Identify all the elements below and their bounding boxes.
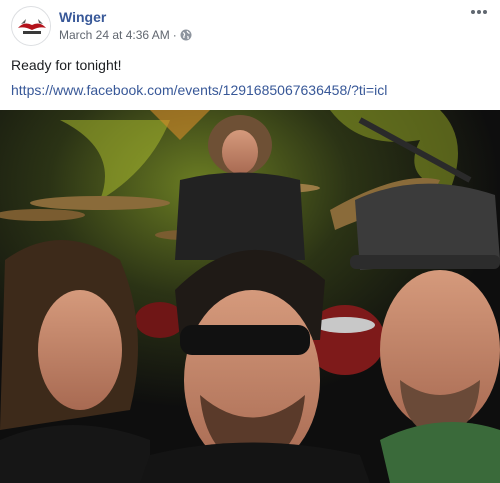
post-meta: March 24 at 4:36 AM · [59, 28, 192, 42]
globe-icon [180, 29, 192, 41]
post-link[interactable]: https://www.facebook.com/events/12916850… [11, 82, 387, 98]
post-message: Ready for tonight! [11, 57, 122, 73]
post-photo[interactable] [0, 110, 500, 483]
more-options-icon[interactable] [469, 8, 489, 22]
meta-separator: · [172, 28, 177, 42]
author-name[interactable]: Winger [59, 9, 106, 25]
page-avatar[interactable] [11, 6, 51, 46]
winger-logo [13, 8, 50, 45]
post-timestamp[interactable]: March 24 at 4:36 AM [59, 28, 170, 42]
post-header: Winger March 24 at 4:36 AM · [11, 6, 489, 46]
band-selfie-image [0, 110, 500, 483]
